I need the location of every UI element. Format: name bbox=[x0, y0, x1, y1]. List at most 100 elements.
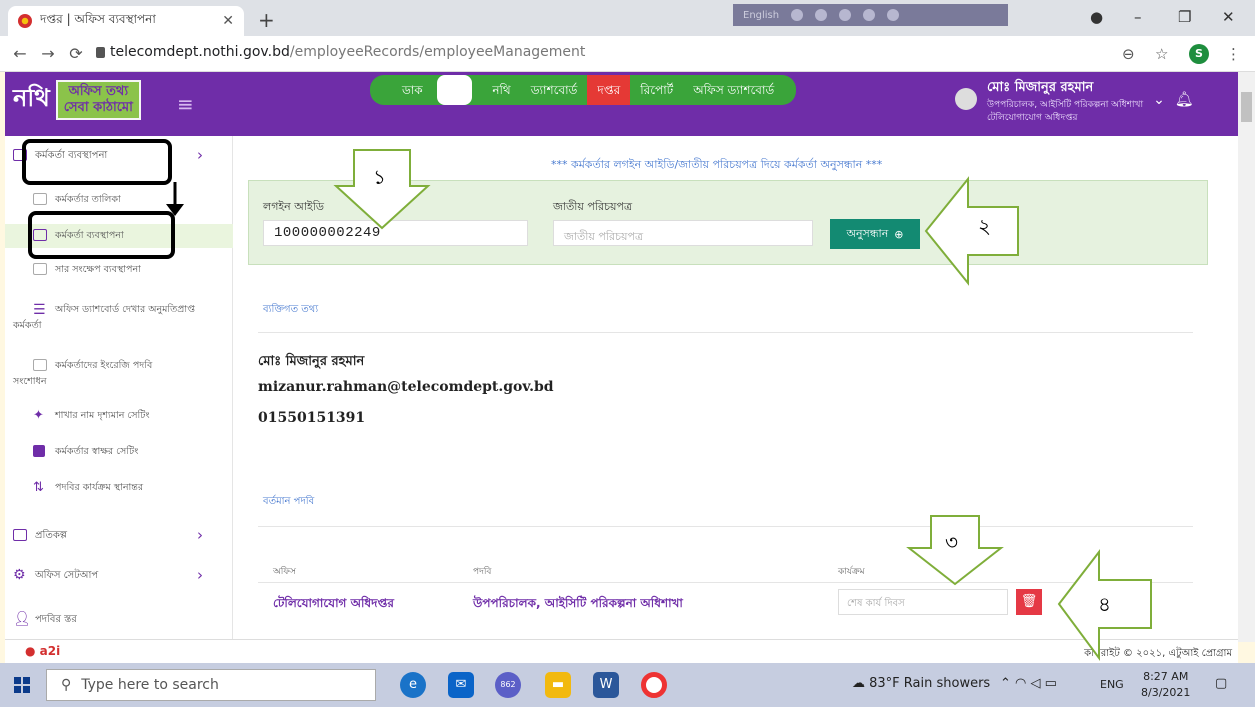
language-indicator[interactable]: ENG bbox=[1100, 678, 1124, 691]
search-hint: *** কর্মকর্তার লগইন আইডি/জাতীয় পরিচয়পত… bbox=[551, 158, 883, 171]
sidebar-item-label: প্রতিকল্প bbox=[35, 530, 67, 541]
nid-label: জাতীয় পরিচয়পত্র bbox=[553, 200, 633, 213]
toolbar-dot-icon[interactable] bbox=[791, 9, 804, 21]
user-office: টেলিযোগাযোগ অধিদপ্তর bbox=[987, 113, 1078, 123]
sidebar-item-label: পদবির কার্যক্রম স্থানান্তর bbox=[55, 482, 144, 493]
notification-icon[interactable]: ▢ bbox=[1215, 676, 1227, 691]
scrollbar-thumb[interactable] bbox=[1241, 92, 1252, 122]
sidebar-item-designation-level[interactable]: 👤︎ পদবির স্তর bbox=[5, 611, 233, 628]
back-icon[interactable]: ← bbox=[6, 44, 34, 63]
sidebar-item-summary-management[interactable]: সার সংক্ষেপ ব্যবস্থাপনা bbox=[5, 262, 233, 278]
sidebar-item-dashboard-permission[interactable]: ☰ অফিস ড্যাশবোর্ড দেখার অনুমতিপ্রাপ্ত কর… bbox=[5, 302, 233, 334]
row-designation: উপপরিচালক, আইসিটি পরিকল্পনা অধিশাখা bbox=[473, 596, 683, 610]
nid-input[interactable]: জাতীয় পরিচয়পত্র bbox=[553, 220, 813, 246]
windows-start-icon[interactable] bbox=[14, 677, 30, 693]
annotation-number-3: ৩ bbox=[945, 530, 959, 554]
briefcase-icon bbox=[13, 529, 27, 541]
file-explorer-icon[interactable]: ▬ bbox=[545, 672, 571, 698]
col-action: কার্যক্রম bbox=[838, 567, 865, 577]
last-working-day-input[interactable]: শেষ কার্য দিবস bbox=[838, 589, 1008, 615]
sidebar-item-label: শাখার নাম দৃশ্যমান সেটিং bbox=[55, 410, 150, 421]
nav-doptor[interactable]: দপ্তর bbox=[587, 75, 631, 105]
sidebar-item-proxy[interactable]: প্রতিকল্প › bbox=[5, 527, 233, 544]
weather-widget[interactable]: ☁ 83°F Rain showers bbox=[852, 676, 990, 691]
briefcase-icon bbox=[33, 193, 47, 205]
toolbar-dot-icon[interactable] bbox=[887, 9, 900, 21]
tray-icons[interactable]: ⌃ ◠ ◁ ▭ bbox=[1000, 676, 1057, 691]
login-id-label: লগইন আইডি bbox=[263, 200, 324, 213]
hamburger-menu-icon[interactable]: ≡ bbox=[177, 92, 194, 116]
person-email: mizanur.rahman@telecomdept.gov.bd bbox=[258, 379, 554, 395]
bell-icon[interactable]: 🔔︎ bbox=[1175, 90, 1194, 108]
gear-icon: ⚙ bbox=[13, 567, 26, 583]
page-scrollbar[interactable] bbox=[1238, 72, 1255, 642]
delete-button[interactable]: 🗑︎ bbox=[1016, 589, 1042, 615]
forward-icon[interactable]: → bbox=[34, 44, 62, 63]
chevron-down-icon[interactable]: ⌄ bbox=[1153, 92, 1165, 108]
wand-icon: ✦ bbox=[33, 408, 44, 423]
nav-dak-label: ডাক bbox=[402, 83, 423, 97]
restore-icon[interactable]: ❐ bbox=[1178, 8, 1191, 26]
sidebar-item-label: কর্মকর্তাদের ইংরেজি পদবি bbox=[55, 360, 153, 371]
transfer-icon: ⇅ bbox=[33, 480, 44, 495]
edge-icon[interactable]: e bbox=[400, 672, 426, 698]
taskbar-search[interactable]: ⚲ Type here to search bbox=[46, 669, 376, 701]
sidebar-item-activity-transfer[interactable]: ⇅ পদবির কার্যক্রম স্থানান্তর bbox=[5, 480, 233, 496]
taskbar-clock[interactable]: 8:27 AM 8/3/2021 bbox=[1141, 669, 1190, 701]
nav-nothi[interactable]: নথি bbox=[482, 75, 520, 105]
sidebar-item-officer-list[interactable]: কর্মকর্তার তালিকা bbox=[5, 192, 233, 208]
site-logo[interactable]: নথি অফিস তথ্য সেবা কাঠামো bbox=[13, 80, 141, 120]
highlight-box-officer-management-sub bbox=[28, 211, 175, 259]
search-button[interactable]: অনুসন্ধান ⊕ bbox=[830, 219, 920, 249]
new-tab-icon[interactable]: + bbox=[258, 8, 275, 32]
chevron-right-icon: › bbox=[197, 566, 203, 584]
nav-office-dashboard[interactable]: অফিস ড্যাশবোর্ড bbox=[683, 75, 784, 105]
word-icon[interactable]: W bbox=[593, 672, 619, 698]
site-favicon-icon bbox=[18, 14, 32, 28]
sidebar-item-office-setup[interactable]: ⚙ অফিস সেটআপ › bbox=[5, 566, 233, 584]
profile-avatar[interactable]: S bbox=[1189, 44, 1209, 64]
bookmark-star-icon[interactable]: ☆ bbox=[1155, 45, 1168, 63]
highlight-box-officer-management bbox=[22, 139, 172, 185]
edit-icon bbox=[33, 445, 45, 457]
toolbar-dot-icon[interactable] bbox=[839, 9, 852, 21]
cloud-icon: ☁ bbox=[852, 676, 865, 691]
browser-menu-dot-icon[interactable]: ● bbox=[1090, 8, 1103, 26]
close-window-icon[interactable]: ✕ bbox=[1222, 8, 1235, 26]
trash-icon: 🗑︎ bbox=[1020, 594, 1038, 609]
toolbar-dot-icon[interactable] bbox=[863, 9, 876, 21]
footer-logo-icon: ● a2i bbox=[25, 644, 61, 658]
browser-menu-icon[interactable]: ⋮ bbox=[1226, 45, 1241, 63]
site-header: নথি অফিস তথ্য সেবা কাঠামো ≡ ডাক ১০ নথি ড্… bbox=[5, 72, 1238, 136]
user-name: মোঃ মিজানুর রহমান bbox=[987, 80, 1094, 95]
chevron-right-icon: › bbox=[197, 146, 203, 164]
tab-title: দপ্তর | অফিস ব্যবস্থাপনা bbox=[40, 12, 156, 26]
reload-icon[interactable]: ⟳ bbox=[62, 44, 90, 63]
sidebar-item-branch-visibility[interactable]: ✦ শাখার নাম দৃশ্যমান সেটিং bbox=[5, 408, 233, 424]
windows-taskbar: ⚲ Type here to search e ✉ 862 ▬ W ☁ 83°F… bbox=[0, 663, 1255, 707]
minimize-icon[interactable]: – bbox=[1134, 8, 1142, 26]
arrow-right-circle-icon: ⊕ bbox=[894, 227, 904, 241]
sidebar-item-label: কর্মকর্তার স্বাক্ষর সেটিং bbox=[55, 446, 139, 457]
dak-count-badge: ১০ bbox=[436, 75, 473, 105]
lock-icon[interactable] bbox=[96, 47, 105, 58]
url-field[interactable]: telecomdept.nothi.gov.bd/employeeRecords… bbox=[110, 44, 585, 60]
mail-icon[interactable]: ✉ bbox=[448, 672, 474, 698]
annotation-number-1: ১ bbox=[373, 165, 386, 189]
chrome-icon[interactable] bbox=[641, 672, 667, 698]
sidebar-item-english-designation[interactable]: কর্মকর্তাদের ইংরেজি পদবি সংশোধন bbox=[5, 358, 233, 390]
nav-report[interactable]: রিপোর্ট bbox=[630, 75, 683, 105]
zoom-icon[interactable]: ⊖ bbox=[1122, 45, 1135, 63]
logo-tag: অফিস তথ্য সেবা কাঠামো bbox=[55, 80, 141, 120]
language-toolbar[interactable]: English bbox=[733, 4, 1008, 26]
sidebar-item-label: অফিস ড্যাশবোর্ড দেখার অনুমতিপ্রাপ্ত bbox=[55, 304, 195, 315]
browser-tab[interactable]: দপ্তর | অফিস ব্যবস্থাপনা ✕ bbox=[8, 6, 244, 36]
user-menu[interactable]: মোঃ মিজানুর রহমান উপপরিচালক, আইসিটি পরিক… bbox=[955, 78, 1194, 125]
sidebar-item-signature-setting[interactable]: কর্মকর্তার স্বাক্ষর সেটিং bbox=[5, 444, 233, 460]
tab-close-icon[interactable]: ✕ bbox=[222, 13, 234, 29]
viber-icon[interactable]: 862 bbox=[495, 672, 521, 698]
sidebar-item-label: অফিস সেটআপ bbox=[35, 570, 99, 581]
nav-dak[interactable]: ডাক ১০ bbox=[382, 75, 482, 105]
nav-dashboard[interactable]: ড্যাশবোর্ড bbox=[521, 75, 588, 105]
toolbar-dot-icon[interactable] bbox=[815, 9, 828, 21]
